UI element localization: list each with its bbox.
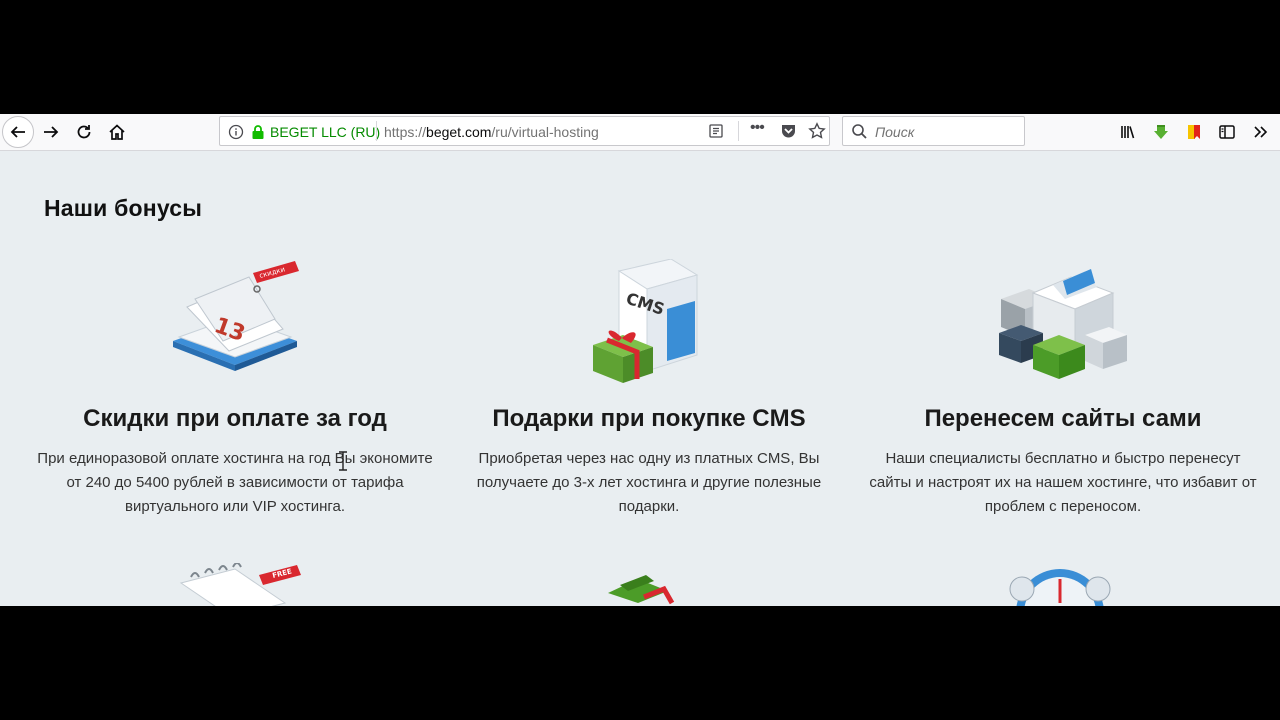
pocket-icon[interactable] <box>780 123 797 144</box>
page-actions-button[interactable]: ••• <box>750 119 765 137</box>
search-icon <box>851 123 868 145</box>
overflow-menu-button[interactable] <box>1245 117 1275 147</box>
boxes-migration-illustration <box>863 259 1263 389</box>
card-text: Наши специалисты бесплатно и быстро пере… <box>869 450 1257 515</box>
calendar-free-illustration: FREE <box>175 562 315 606</box>
double-chevron-right-icon <box>1254 126 1268 138</box>
download-arrow-icon <box>1154 125 1168 139</box>
site-identity-label[interactable]: BEGET LLC (RU) <box>270 124 380 140</box>
reader-view-icon[interactable] <box>708 123 724 144</box>
card-text: Приобретая через нас одну из платных CMS… <box>476 450 822 515</box>
bookmark-extension-button[interactable] <box>1179 117 1209 147</box>
url-separator <box>376 121 377 141</box>
arrow-right-icon <box>44 126 59 138</box>
calendar-discount-illustration: 13 скидки <box>35 259 435 389</box>
url-bar[interactable]: BEGET LLC (RU) https://beget.com/ru/virt… <box>219 116 830 146</box>
video-letterbox-top <box>0 0 1280 114</box>
bonus-card-migration: Перенесем сайты сами Наши специалисты бе… <box>863 259 1263 519</box>
url-path: /ru/virtual-hosting <box>491 124 599 140</box>
library-icon <box>1121 126 1135 139</box>
card-title: Перенесем сайты сами <box>924 405 1202 432</box>
cms-gift-illustration: CMS <box>449 259 849 389</box>
card-title: Скидки при оплате за год <box>83 405 387 432</box>
url-separator <box>738 121 739 141</box>
alarm-clock-illustration <box>1000 563 1140 606</box>
green-gift-illustration <box>590 563 730 606</box>
home-icon <box>109 124 125 140</box>
search-input[interactable] <box>875 123 1015 141</box>
back-button[interactable] <box>2 116 34 148</box>
forward-button[interactable] <box>36 117 66 147</box>
search-bar[interactable] <box>842 116 1025 146</box>
library-button[interactable] <box>1113 117 1143 147</box>
sidebar-icon <box>1219 125 1235 139</box>
page-content: Наши бонусы 13 скидки Скидки при оплате … <box>0 151 1280 606</box>
reload-icon <box>77 125 91 139</box>
card-text: При единоразовой оплате хостинга на год … <box>37 450 433 515</box>
bookmark-flag-icon <box>1188 125 1200 139</box>
bookmark-star-icon[interactable] <box>808 122 826 145</box>
home-button[interactable] <box>102 117 132 147</box>
text-cursor-icon <box>339 451 347 471</box>
lock-icon[interactable] <box>250 124 266 145</box>
url-text[interactable]: https://beget.com/ru/virtual-hosting <box>384 124 599 140</box>
bonus-card-discount: 13 скидки Скидки при оплате за год При е… <box>35 259 435 519</box>
reload-button[interactable] <box>69 117 99 147</box>
video-letterbox-bottom <box>0 606 1280 720</box>
sidebar-toggle-button[interactable] <box>1212 117 1242 147</box>
browser-toolbar: BEGET LLC (RU) https://beget.com/ru/virt… <box>0 114 1280 151</box>
url-prefix: https:// <box>384 124 427 140</box>
info-icon[interactable] <box>228 124 244 145</box>
card-title: Подарки при покупке CMS <box>492 405 806 432</box>
url-domain: beget.com <box>426 124 492 140</box>
section-title: Наши бонусы <box>44 195 203 221</box>
download-extension-button[interactable] <box>1146 117 1176 147</box>
browser-window: BEGET LLC (RU) https://beget.com/ru/virt… <box>0 114 1280 606</box>
arrow-left-icon <box>10 126 25 138</box>
bonus-card-cms: CMS Подарки при покупке CMS Приобретая ч… <box>449 259 849 519</box>
